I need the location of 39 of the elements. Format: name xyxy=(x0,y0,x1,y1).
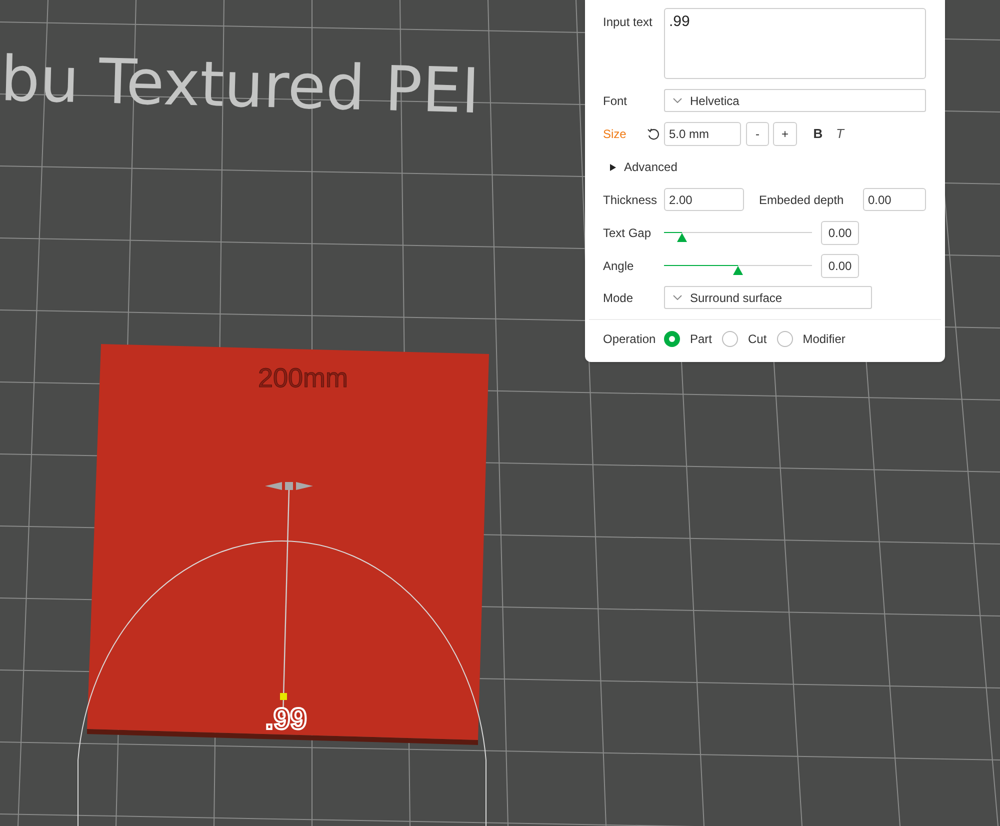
increment-button[interactable]: + xyxy=(773,122,797,146)
field-label: Angle xyxy=(603,258,635,275)
expander-triangle-icon xyxy=(610,164,616,170)
plate-label: bu Textured PEI xyxy=(0,42,481,128)
mode-dropdown[interactable]: Surround surface xyxy=(664,286,872,309)
bed-size-label: 200mm xyxy=(258,363,348,393)
slider-value[interactable]: 0.00 xyxy=(821,254,859,278)
field-label: Embeded depth xyxy=(759,192,845,208)
bold-button[interactable]: B xyxy=(811,124,825,144)
depth-input[interactable]: 0.00 xyxy=(863,188,926,211)
advanced-toggle[interactable]: Advanced xyxy=(610,158,678,176)
field-label: Mode xyxy=(603,290,634,306)
field-label: Operation xyxy=(603,331,657,348)
chevron-down-icon xyxy=(673,98,682,103)
field-label: Font xyxy=(603,92,628,110)
slider-value[interactable]: 0.00 xyxy=(821,221,859,245)
field-label: Text Gap xyxy=(603,225,652,242)
slider-thumb[interactable] xyxy=(676,233,687,242)
thickness-input[interactable]: 2.00 xyxy=(664,188,744,211)
anchor-handle[interactable] xyxy=(280,693,287,700)
decrement-button[interactable]: - xyxy=(746,122,769,146)
slider-thumb[interactable] xyxy=(733,266,743,275)
move-arrows-icon[interactable] xyxy=(265,482,313,490)
reset-icon[interactable] xyxy=(647,128,660,140)
font-dropdown[interactable]: Helvetica xyxy=(664,89,926,112)
field-label: Size xyxy=(603,126,628,143)
chevron-down-icon xyxy=(673,295,682,300)
text-input-field[interactable]: .99 xyxy=(664,8,926,79)
size-input[interactable]: 5.0 mm xyxy=(664,122,741,146)
radio-button[interactable] xyxy=(664,331,680,347)
field-label: Input text xyxy=(603,14,654,31)
radio-label[interactable]: Cut xyxy=(748,330,767,348)
radio-button[interactable] xyxy=(776,331,793,347)
field-label: Thickness xyxy=(603,192,658,208)
radio-label[interactable]: Part xyxy=(690,330,712,348)
text-preview: .99 xyxy=(265,703,307,736)
italic-button[interactable]: T xyxy=(833,124,847,144)
radio-label[interactable]: Modifier xyxy=(802,330,846,348)
radio-button[interactable] xyxy=(722,331,738,347)
